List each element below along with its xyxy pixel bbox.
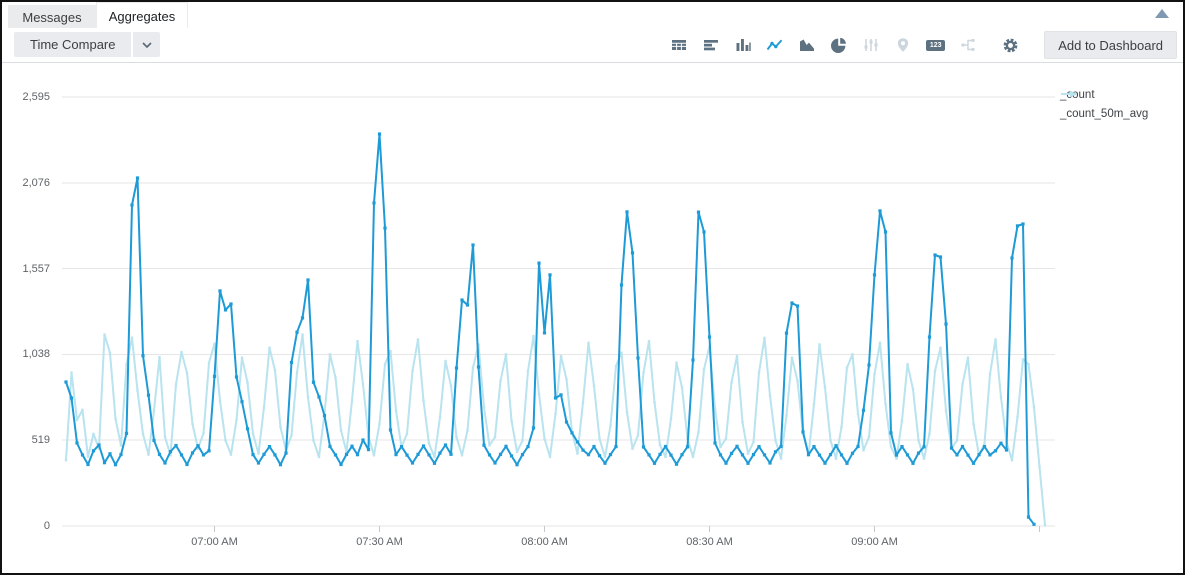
area-chart-icon[interactable] bbox=[798, 37, 815, 54]
aggregates-chart: 0 519 1,038 1,557 2,076 2,595 07:00 AM 07:30 AM… bbox=[2, 63, 1183, 571]
chart-plot-area[interactable] bbox=[2, 63, 1183, 569]
add-to-dashboard-label: Add to Dashboard bbox=[1058, 38, 1163, 53]
y-axis-label: 2,595 bbox=[8, 91, 50, 103]
single-value-badge: 123 bbox=[926, 40, 945, 51]
legend-label: _count_50m_avg bbox=[1060, 108, 1148, 120]
single-value-icon[interactable]: 123 bbox=[926, 37, 945, 54]
y-axis-label: 1,557 bbox=[8, 263, 50, 275]
y-axis-label: 0 bbox=[8, 520, 50, 532]
y-axis-label: 2,076 bbox=[8, 177, 50, 189]
tab-bar: Messages Aggregates bbox=[2, 2, 1183, 29]
x-axis-label: 09:00 AM bbox=[835, 536, 915, 548]
collapse-panel-arrow-icon[interactable] bbox=[1155, 9, 1169, 18]
chart-legend: _count_count_50m_avg bbox=[1060, 89, 1148, 120]
branch-icon bbox=[960, 37, 977, 54]
time-compare-label[interactable]: Time Compare bbox=[14, 32, 131, 57]
tab-messages-label: Messages bbox=[22, 10, 81, 25]
bar-horizontal-icon[interactable] bbox=[702, 37, 719, 54]
add-to-dashboard-button[interactable]: Add to Dashboard bbox=[1044, 31, 1177, 59]
pie-chart-icon[interactable] bbox=[830, 37, 847, 54]
column-chart-icon[interactable] bbox=[734, 37, 751, 54]
y-axis-label: 519 bbox=[8, 434, 50, 446]
line-chart-icon[interactable] bbox=[766, 37, 783, 54]
sliders-icon bbox=[862, 37, 879, 54]
app-window: Messages Aggregates Time Compare bbox=[0, 0, 1185, 575]
y-axis-label: 1,038 bbox=[8, 348, 50, 360]
x-axis-label: 08:00 AM bbox=[505, 536, 585, 548]
map-pin-icon bbox=[894, 37, 911, 54]
aggregates-toolbar: Time Compare bbox=[2, 28, 1183, 63]
x-axis-label: 08:30 AM bbox=[670, 536, 750, 548]
chevron-down-icon bbox=[142, 42, 152, 48]
chart-type-switcher: 123 Add to Dashboard bbox=[670, 28, 1177, 62]
tab-aggregates[interactable]: Aggregates bbox=[96, 2, 188, 29]
table-icon[interactable] bbox=[670, 37, 687, 54]
tab-aggregates-label: Aggregates bbox=[109, 9, 176, 24]
x-axis-label: 07:00 AM bbox=[175, 536, 255, 548]
gear-icon[interactable] bbox=[1002, 37, 1019, 54]
time-compare-caret[interactable] bbox=[133, 32, 160, 57]
tab-messages[interactable]: Messages bbox=[8, 5, 96, 29]
legend-line-marker-icon bbox=[1060, 89, 1079, 99]
time-compare-button[interactable]: Time Compare bbox=[14, 32, 160, 57]
x-axis-label: 07:30 AM bbox=[340, 536, 420, 548]
legend-item-_count_50m_avg[interactable]: _count_50m_avg bbox=[1060, 108, 1148, 120]
